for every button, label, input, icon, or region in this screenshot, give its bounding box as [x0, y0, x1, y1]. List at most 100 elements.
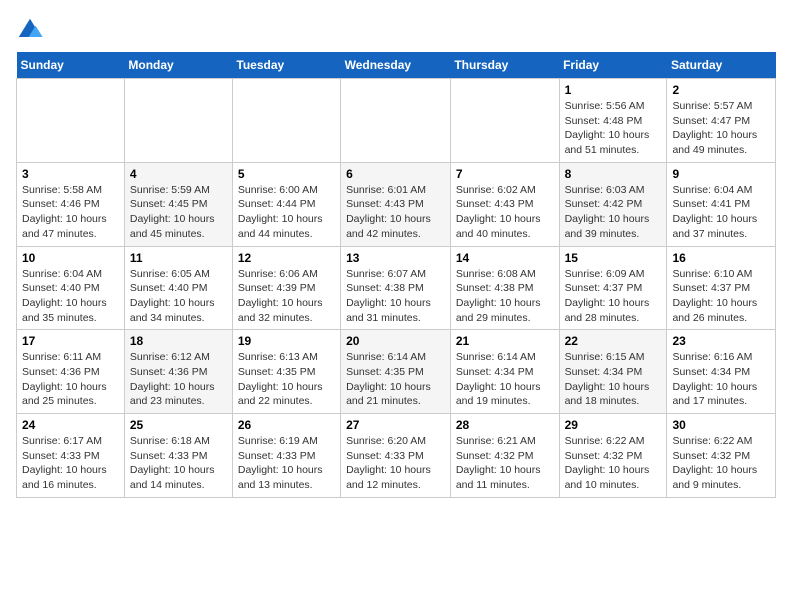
day-number: 26	[238, 418, 335, 432]
calendar-cell: 15 Sunrise: 6:09 AM Sunset: 4:37 PM Dayli…	[559, 246, 667, 330]
calendar-cell	[124, 79, 232, 163]
calendar-cell: 30 Sunrise: 6:22 AM Sunset: 4:32 PM Dayli…	[667, 414, 776, 498]
day-number: 5	[238, 167, 335, 181]
day-info: Sunrise: 6:14 AM Sunset: 4:35 PM Dayligh…	[346, 350, 445, 409]
day-info: Sunrise: 6:11 AM Sunset: 4:36 PM Dayligh…	[22, 350, 119, 409]
day-number: 21	[456, 334, 554, 348]
day-number: 6	[346, 167, 445, 181]
calendar-cell	[341, 79, 451, 163]
calendar-cell: 24 Sunrise: 6:17 AM Sunset: 4:33 PM Dayli…	[17, 414, 125, 498]
day-info: Sunrise: 6:22 AM Sunset: 4:32 PM Dayligh…	[565, 434, 662, 493]
calendar-cell: 22 Sunrise: 6:15 AM Sunset: 4:34 PM Dayli…	[559, 330, 667, 414]
calendar-cell: 28Sunrise: 6:21 AM Sunset: 4:32 PM Dayli…	[450, 414, 559, 498]
calendar-cell	[450, 79, 559, 163]
day-info: Sunrise: 6:18 AM Sunset: 4:33 PM Dayligh…	[130, 434, 227, 493]
calendar-cell: 4 Sunrise: 5:59 AM Sunset: 4:45 PM Daylig…	[124, 162, 232, 246]
day-number: 23	[672, 334, 770, 348]
day-number: 27	[346, 418, 445, 432]
calendar-week-5: 24 Sunrise: 6:17 AM Sunset: 4:33 PM Dayli…	[17, 414, 776, 498]
day-info: Sunrise: 6:00 AM Sunset: 4:44 PM Dayligh…	[238, 183, 335, 242]
day-info: Sunrise: 6:12 AM Sunset: 4:36 PM Dayligh…	[130, 350, 227, 409]
day-number: 13	[346, 251, 445, 265]
calendar-cell: 2Sunrise: 5:57 AM Sunset: 4:47 PM Daylig…	[667, 79, 776, 163]
day-info: Sunrise: 6:04 AM Sunset: 4:40 PM Dayligh…	[22, 267, 119, 326]
day-info: Sunrise: 5:59 AM Sunset: 4:45 PM Dayligh…	[130, 183, 227, 242]
day-number: 14	[456, 251, 554, 265]
day-number: 7	[456, 167, 554, 181]
day-number: 10	[22, 251, 119, 265]
day-info: Sunrise: 6:03 AM Sunset: 4:42 PM Dayligh…	[565, 183, 662, 242]
weekday-header-wednesday: Wednesday	[341, 52, 451, 79]
calendar-week-3: 10 Sunrise: 6:04 AM Sunset: 4:40 PM Dayli…	[17, 246, 776, 330]
day-number: 17	[22, 334, 119, 348]
day-info: Sunrise: 6:04 AM Sunset: 4:41 PM Dayligh…	[672, 183, 770, 242]
calendar-cell: 17 Sunrise: 6:11 AM Sunset: 4:36 PM Dayli…	[17, 330, 125, 414]
page-header	[16, 16, 776, 44]
calendar-week-2: 3 Sunrise: 5:58 AM Sunset: 4:46 PM Daylig…	[17, 162, 776, 246]
day-number: 9	[672, 167, 770, 181]
calendar-cell: 10 Sunrise: 6:04 AM Sunset: 4:40 PM Dayli…	[17, 246, 125, 330]
day-number: 20	[346, 334, 445, 348]
day-number: 12	[238, 251, 335, 265]
day-info: Sunrise: 6:21 AM Sunset: 4:32 PM Dayligh…	[456, 434, 554, 493]
day-number: 4	[130, 167, 227, 181]
calendar-cell: 1 Sunrise: 5:56 AM Sunset: 4:48 PM Daylig…	[559, 79, 667, 163]
calendar-cell: 5 Sunrise: 6:00 AM Sunset: 4:44 PM Daylig…	[232, 162, 340, 246]
calendar-cell: 27 Sunrise: 6:20 AM Sunset: 4:33 PM Dayli…	[341, 414, 451, 498]
day-info: Sunrise: 6:08 AM Sunset: 4:38 PM Dayligh…	[456, 267, 554, 326]
calendar-cell: 7 Sunrise: 6:02 AM Sunset: 4:43 PM Daylig…	[450, 162, 559, 246]
calendar-cell: 25 Sunrise: 6:18 AM Sunset: 4:33 PM Dayli…	[124, 414, 232, 498]
day-number: 30	[672, 418, 770, 432]
day-number: 29	[565, 418, 662, 432]
day-info: Sunrise: 5:56 AM Sunset: 4:48 PM Dayligh…	[565, 99, 662, 158]
day-info: Sunrise: 6:10 AM Sunset: 4:37 PM Dayligh…	[672, 267, 770, 326]
day-number: 24	[22, 418, 119, 432]
calendar-cell	[232, 79, 340, 163]
weekday-header-tuesday: Tuesday	[232, 52, 340, 79]
weekday-header-monday: Monday	[124, 52, 232, 79]
day-info: Sunrise: 6:22 AM Sunset: 4:32 PM Dayligh…	[672, 434, 770, 493]
calendar-cell: 23Sunrise: 6:16 AM Sunset: 4:34 PM Dayli…	[667, 330, 776, 414]
day-info: Sunrise: 6:15 AM Sunset: 4:34 PM Dayligh…	[565, 350, 662, 409]
day-number: 15	[565, 251, 662, 265]
day-info: Sunrise: 6:09 AM Sunset: 4:37 PM Dayligh…	[565, 267, 662, 326]
day-number: 3	[22, 167, 119, 181]
calendar-cell	[17, 79, 125, 163]
calendar-cell: 6Sunrise: 6:01 AM Sunset: 4:43 PM Daylig…	[341, 162, 451, 246]
calendar-week-4: 17 Sunrise: 6:11 AM Sunset: 4:36 PM Dayli…	[17, 330, 776, 414]
day-number: 19	[238, 334, 335, 348]
day-info: Sunrise: 6:02 AM Sunset: 4:43 PM Dayligh…	[456, 183, 554, 242]
logo-icon	[16, 16, 44, 44]
day-info: Sunrise: 6:05 AM Sunset: 4:40 PM Dayligh…	[130, 267, 227, 326]
day-info: Sunrise: 5:58 AM Sunset: 4:46 PM Dayligh…	[22, 183, 119, 242]
day-info: Sunrise: 6:19 AM Sunset: 4:33 PM Dayligh…	[238, 434, 335, 493]
calendar-cell: 21Sunrise: 6:14 AM Sunset: 4:34 PM Dayli…	[450, 330, 559, 414]
calendar-cell: 12 Sunrise: 6:06 AM Sunset: 4:39 PM Dayli…	[232, 246, 340, 330]
weekday-header-friday: Friday	[559, 52, 667, 79]
calendar-cell: 14 Sunrise: 6:08 AM Sunset: 4:38 PM Dayli…	[450, 246, 559, 330]
day-number: 11	[130, 251, 227, 265]
day-number: 16	[672, 251, 770, 265]
calendar-week-1: 1 Sunrise: 5:56 AM Sunset: 4:48 PM Daylig…	[17, 79, 776, 163]
calendar-cell: 29 Sunrise: 6:22 AM Sunset: 4:32 PM Dayli…	[559, 414, 667, 498]
day-info: Sunrise: 6:07 AM Sunset: 4:38 PM Dayligh…	[346, 267, 445, 326]
day-number: 8	[565, 167, 662, 181]
calendar-cell: 19 Sunrise: 6:13 AM Sunset: 4:35 PM Dayli…	[232, 330, 340, 414]
day-number: 1	[565, 83, 662, 97]
day-number: 25	[130, 418, 227, 432]
weekday-header-saturday: Saturday	[667, 52, 776, 79]
calendar-cell: 3 Sunrise: 5:58 AM Sunset: 4:46 PM Daylig…	[17, 162, 125, 246]
calendar-cell: 9 Sunrise: 6:04 AM Sunset: 4:41 PM Daylig…	[667, 162, 776, 246]
day-info: Sunrise: 6:06 AM Sunset: 4:39 PM Dayligh…	[238, 267, 335, 326]
calendar-cell: 16 Sunrise: 6:10 AM Sunset: 4:37 PM Dayli…	[667, 246, 776, 330]
weekday-header-sunday: Sunday	[17, 52, 125, 79]
day-info: Sunrise: 6:17 AM Sunset: 4:33 PM Dayligh…	[22, 434, 119, 493]
day-info: Sunrise: 5:57 AM Sunset: 4:47 PM Dayligh…	[672, 99, 770, 158]
day-number: 22	[565, 334, 662, 348]
day-info: Sunrise: 6:13 AM Sunset: 4:35 PM Dayligh…	[238, 350, 335, 409]
calendar-cell: 13 Sunrise: 6:07 AM Sunset: 4:38 PM Dayli…	[341, 246, 451, 330]
weekday-header-thursday: Thursday	[450, 52, 559, 79]
calendar-cell: 18Sunrise: 6:12 AM Sunset: 4:36 PM Dayli…	[124, 330, 232, 414]
day-info: Sunrise: 6:20 AM Sunset: 4:33 PM Dayligh…	[346, 434, 445, 493]
calendar-cell: 11 Sunrise: 6:05 AM Sunset: 4:40 PM Dayli…	[124, 246, 232, 330]
